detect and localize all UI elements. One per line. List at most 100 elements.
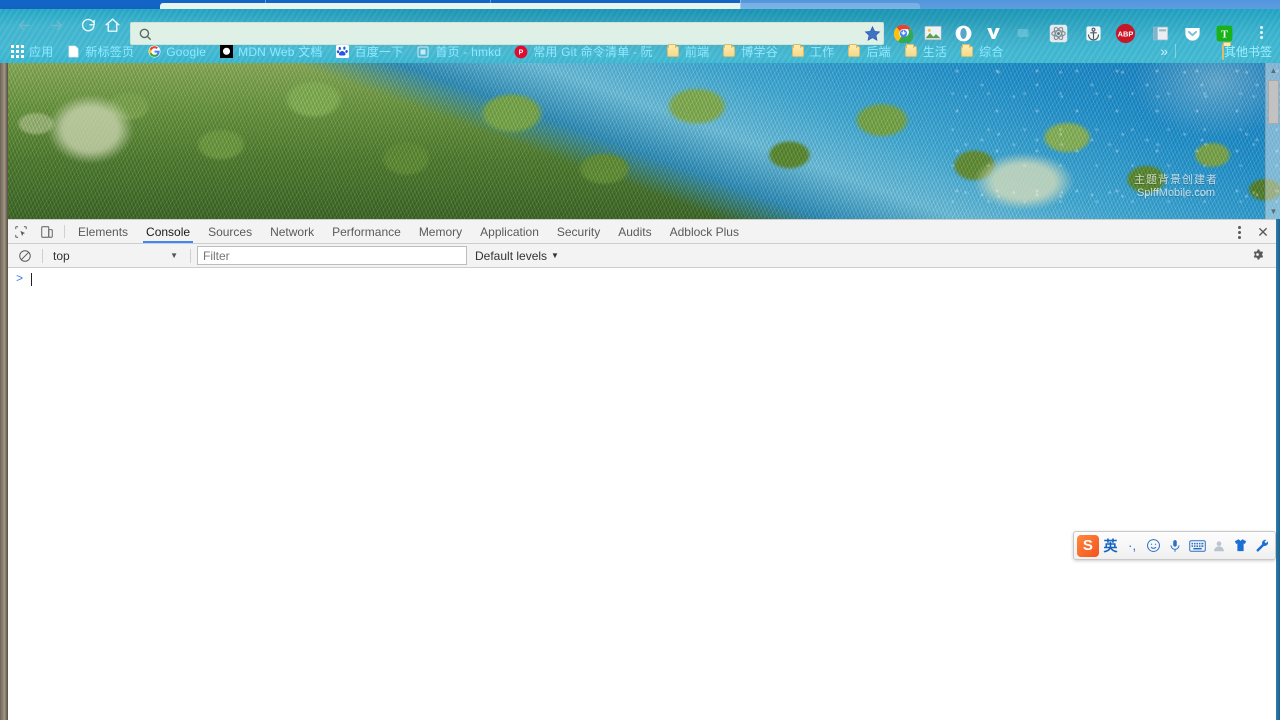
ime-soft-keyboard-icon[interactable] (1187, 535, 1207, 557)
ime-mode-toggle[interactable]: 英 (1101, 535, 1121, 557)
page-icon (66, 45, 80, 59)
execution-context-select[interactable]: top ▼ (49, 246, 184, 265)
site-icon (416, 45, 430, 59)
bookmark-folder-frontend[interactable]: 前端 (666, 43, 709, 61)
microphone-icon (1171, 539, 1180, 552)
bookmark-baidu[interactable]: 百度一下 (336, 43, 404, 61)
devtools-more-button[interactable] (1228, 225, 1250, 239)
user-icon (1213, 540, 1224, 551)
bookmark-hmkd[interactable]: 首页 - hmkd (416, 43, 501, 61)
keyboard-icon (1188, 539, 1206, 552)
ime-toolbar[interactable]: S 英 ·, (1073, 531, 1276, 560)
bookmark-new-tab[interactable]: 新标签页 (66, 43, 134, 61)
tab-memory[interactable]: Memory (410, 220, 471, 243)
devtools-close-button[interactable]: ✕ (1250, 220, 1276, 244)
window-left-edge (0, 63, 8, 720)
bookmark-label: Google (166, 44, 207, 59)
page-scrollbar[interactable]: ▲ ▼ (1265, 63, 1280, 219)
bookmark-folder-backend[interactable]: 后端 (847, 43, 891, 61)
shirt-icon (1234, 539, 1247, 552)
tab-elements[interactable]: Elements (69, 220, 137, 243)
tab-adblock-plus[interactable]: Adblock Plus (661, 220, 748, 243)
tab-separator (265, 0, 266, 9)
dot (1259, 35, 1263, 39)
clear-console-button[interactable] (14, 246, 36, 266)
tab-separator (740, 0, 741, 9)
text-caret (31, 272, 33, 286)
dot (1237, 230, 1241, 234)
scroll-up-arrow[interactable]: ▲ (1266, 63, 1280, 78)
scrollbar-thumb[interactable] (1268, 80, 1279, 124)
inspect-element-button[interactable] (8, 220, 34, 243)
bookmark-folder-life[interactable]: 生活 (904, 43, 947, 61)
log-levels-dropdown[interactable]: Default levels ▼ (475, 249, 559, 263)
tab-sources[interactable]: Sources (199, 220, 261, 243)
bookmark-label: 新标签页 (85, 45, 135, 59)
bookmark-apps[interactable]: 应用 (10, 43, 53, 61)
browser-chrome: ABP T 应用 新标签页 Google MDN Web 文档 百度一下 首页 … (0, 0, 1280, 63)
bookmark-git-commands[interactable]: P 常用 Git 命令清单 - 阮 (514, 43, 653, 61)
sogou-ime-logo[interactable]: S (1077, 534, 1099, 557)
tab-performance[interactable]: Performance (323, 220, 410, 243)
bookmarks-bar: 应用 新标签页 Google MDN Web 文档 百度一下 首页 - hmkd… (0, 40, 1280, 63)
bookmark-mdn[interactable]: MDN Web 文档 (219, 43, 322, 61)
bookmark-folder-boxuegu[interactable]: 博学谷 (722, 43, 778, 61)
home-button[interactable] (100, 13, 124, 37)
bookmarks-overflow-button[interactable]: » (1160, 43, 1168, 59)
svg-text:ABP: ABP (1117, 29, 1133, 38)
tab-audits[interactable]: Audits (609, 220, 660, 243)
console-output-area[interactable]: > (8, 268, 1276, 720)
ime-user-account-icon[interactable] (1209, 535, 1229, 557)
folder-icon (722, 44, 736, 59)
baidu-icon (336, 45, 350, 59)
toolbar-divider (190, 248, 191, 263)
ime-voice-input-icon[interactable] (1166, 535, 1186, 557)
tab-strip[interactable] (0, 0, 1280, 9)
dot (1259, 25, 1263, 29)
tab-separator (490, 0, 491, 9)
tab-label: Adblock Plus (669, 224, 739, 239)
devtools-settings-button[interactable] (1250, 247, 1268, 265)
bookmark-folder-general[interactable]: 综合 (960, 43, 1003, 61)
folder-icon (847, 44, 861, 59)
gear-icon (1253, 249, 1264, 260)
console-prompt-row[interactable]: > (8, 268, 1276, 290)
tab-label: Audits (618, 224, 652, 239)
navigation-row: ABP T (0, 9, 1280, 45)
tab-application[interactable]: Application (471, 220, 548, 243)
chevron-down-icon: ▼ (551, 251, 559, 260)
ime-skin-icon[interactable] (1231, 535, 1251, 557)
bookmark-label: 后端 (866, 45, 891, 59)
reload-button[interactable] (76, 13, 100, 37)
back-button[interactable] (12, 13, 36, 37)
bookmark-folder-work[interactable]: 工作 (791, 43, 834, 61)
devtools-panel: Elements Console Sources Network Perform… (8, 219, 1276, 720)
forward-button[interactable] (44, 13, 68, 37)
tab-security[interactable]: Security (548, 220, 609, 243)
svg-text:P: P (519, 49, 524, 56)
ime-punctuation-toggle[interactable]: ·, (1122, 535, 1142, 557)
scroll-down-arrow[interactable]: ▼ (1266, 204, 1280, 219)
device-toolbar-icon (41, 225, 53, 238)
tab-label: Memory (418, 224, 463, 239)
other-bookmarks-button[interactable]: 其他书签 (1221, 43, 1272, 60)
reload-icon (81, 18, 95, 31)
arrow-left-icon (18, 20, 30, 30)
ime-emoji-icon[interactable] (1144, 535, 1164, 557)
bookmark-google[interactable]: Google (147, 43, 206, 61)
console-filter-input[interactable] (197, 246, 467, 265)
search-icon (139, 28, 151, 40)
tab-label: Elements (78, 224, 129, 239)
bookmark-label: 首页 - hmkd (435, 45, 502, 59)
tab-console[interactable]: Console (137, 220, 199, 243)
log-levels-label: Default levels (475, 248, 548, 263)
ime-tools-icon[interactable] (1252, 535, 1272, 557)
device-toolbar-button[interactable] (34, 220, 60, 243)
tab-network[interactable]: Network (261, 220, 323, 243)
wrench-icon (1256, 539, 1268, 552)
lichen-patch-left (8, 69, 174, 204)
mdn-icon (219, 45, 233, 59)
bookmark-label: 博学谷 (741, 45, 778, 59)
home-icon (104, 17, 120, 32)
anchor-icon (1085, 25, 1101, 41)
